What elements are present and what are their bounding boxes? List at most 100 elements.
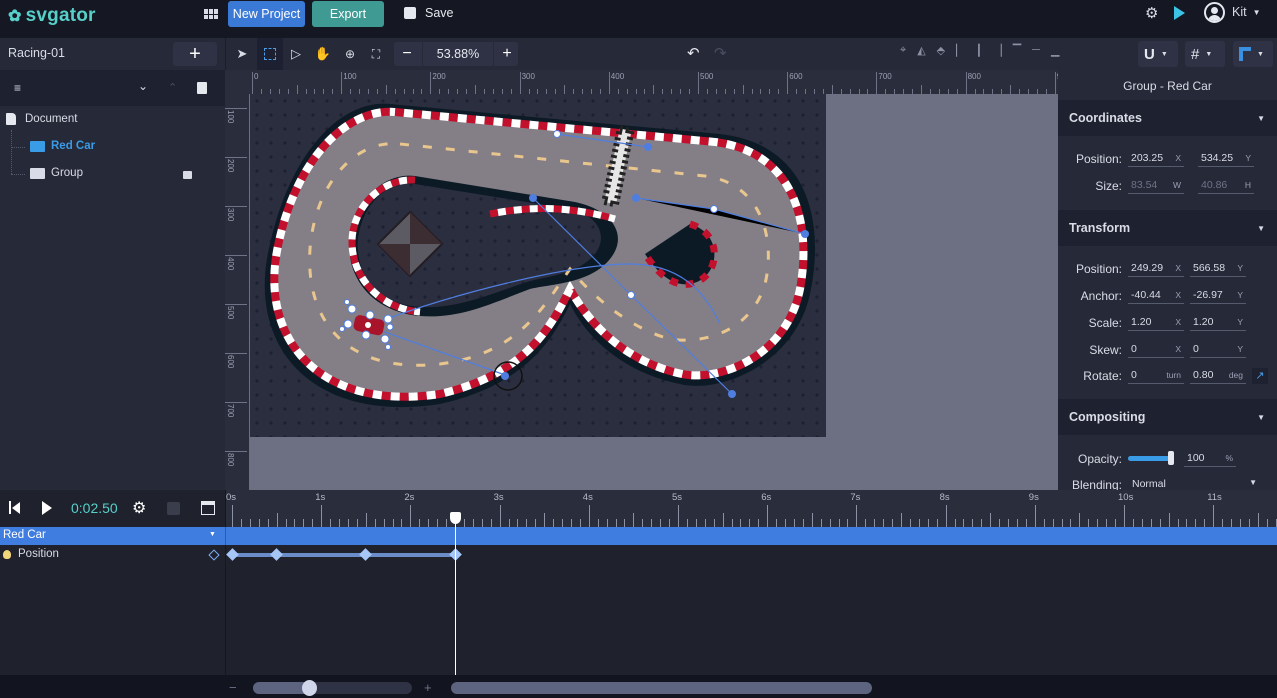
path-handle[interactable] [728,390,736,398]
rotate-turn[interactable]: 0 turn [1128,367,1184,384]
timeline-zoom-in[interactable]: + [424,680,432,695]
user-avatar[interactable] [1204,2,1225,23]
skip-to-start-icon[interactable] [9,501,20,514]
ruler-horizontal[interactable]: 0100200300400500600700800900100011001200… [225,70,1270,94]
apps-grid-icon[interactable] [204,9,218,19]
node-tool[interactable]: ▷ [283,38,309,70]
play-icon[interactable] [42,501,52,515]
timeline-row-red-car[interactable]: Red Car ▼ [0,527,1277,545]
timeline-zoom-slider[interactable] [253,680,412,696]
ruler-vertical[interactable]: 100 200 300 400 500 600 700 800 [225,94,249,490]
redo-icon[interactable]: ↷ [714,44,727,62]
opacity-value[interactable]: 100% [1184,450,1236,467]
timeline-zoom-out[interactable]: − [229,680,237,695]
playhead[interactable] [450,512,461,675]
chevron-down-icon[interactable]: ▼ [209,531,216,538]
path-node[interactable] [553,130,561,138]
blending-select[interactable]: Normal [1132,478,1166,490]
section-coordinates[interactable]: Coordinates ▼ [1058,100,1277,136]
zoom-level[interactable]: 53.88% [422,42,494,66]
timeline-tick [1222,519,1224,527]
playhead-handle[interactable] [450,512,461,524]
user-menu[interactable]: Kit ▼ [1232,5,1261,19]
add-keyframe-icon[interactable] [208,549,220,561]
keyframe[interactable] [270,548,283,561]
scale-x[interactable]: 1.20 X [1128,314,1184,331]
snap-magnet-button[interactable]: U ▼ [1138,41,1178,67]
section-transform[interactable]: Transform ▼ [1058,210,1277,246]
fit-tool[interactable]: ⛶ [363,38,389,70]
path-handle[interactable] [501,372,509,380]
transform-position-x[interactable]: 249.29 X [1128,260,1184,277]
align-bottom-icon[interactable]: ▁ [1051,44,1059,57]
orient-to-path-icon[interactable]: ↗ [1252,367,1268,384]
transform-position-y[interactable]: 566.58 Y [1190,260,1246,277]
align-left-icon[interactable]: ▏ [956,44,964,57]
new-project-button[interactable]: New Project [228,1,305,27]
align-right-icon[interactable]: ▕ [993,44,1001,57]
zoom-out-button[interactable]: − [396,43,418,65]
align-vcenter-icon[interactable]: ─ [1032,44,1040,57]
opacity-slider-thumb[interactable] [1168,451,1174,465]
undo-icon[interactable]: ↶ [687,44,700,62]
ruler-tick [983,89,985,94]
opacity-slider[interactable] [1128,451,1174,465]
transform-tool[interactable] [257,38,283,70]
size-height[interactable]: 40.86 H [1198,177,1254,194]
zoom-tool[interactable]: ⊕ [337,38,363,70]
center-target-icon[interactable]: ⌖ [900,44,906,57]
artboard[interactable] [250,94,826,437]
zoom-in-button[interactable]: + [496,43,518,65]
settings-play-icon[interactable]: ⚙ [1145,4,1158,22]
keyframe[interactable] [359,548,373,561]
keyframe-view-icon[interactable] [201,501,215,515]
anchor-x[interactable]: -40.44 X [1128,287,1184,304]
section-compositing[interactable]: Compositing ▼ [1058,399,1277,435]
add-button[interactable]: + [173,42,217,66]
path-node[interactable] [627,291,635,299]
timeline-scrollbar[interactable] [451,682,872,694]
layer-item-document[interactable]: Document [6,113,77,125]
svgator-logo[interactable]: ✿ svgator [8,5,96,27]
flip-vertical-icon[interactable]: ⬘ [937,44,945,57]
trash-icon[interactable] [197,82,207,94]
path-handle[interactable] [529,194,537,202]
sort-icon[interactable]: ≡ [14,81,21,95]
current-time[interactable]: 0:02.50 [71,500,118,516]
coord-position-x[interactable]: 203.25 X [1128,150,1184,167]
skew-y[interactable]: 0Y [1190,341,1246,358]
hand-tool[interactable]: ✋ [310,38,336,70]
lock-icon[interactable] [183,171,192,179]
coord-position-y[interactable]: 534.25 Y [1198,150,1254,167]
layer-item-group[interactable]: Group [30,167,83,179]
path-handle[interactable] [632,194,640,202]
rulers-button[interactable]: ▼ [1233,41,1273,67]
skew-x[interactable]: 0X [1128,341,1184,358]
collapse-chevron-icon[interactable]: ⌄ [138,79,148,93]
path-handle[interactable] [644,143,652,151]
ruler-label: 100 [226,110,235,124]
timeline-tick [1043,519,1045,527]
layer-item-red-car[interactable]: Red Car [30,140,95,152]
size-width[interactable]: 83.54 W [1128,177,1184,194]
path-node[interactable] [710,205,718,213]
lightbulb-icon[interactable] [3,550,11,559]
timeline-zoom-thumb[interactable] [301,680,317,696]
export-button[interactable]: Export [312,1,384,27]
preview-play-icon[interactable] [1174,6,1185,20]
rotate-deg[interactable]: 0.80 deg [1190,367,1246,384]
timeline-settings-icon[interactable]: ⚙ [132,498,146,518]
easing-icon[interactable] [167,502,180,515]
select-tool[interactable]: ➤ [229,38,255,70]
project-name[interactable]: Racing-01 [8,46,65,60]
grid-button[interactable]: # ▼ [1185,41,1225,67]
flip-horizontal-icon[interactable]: ◭ [917,44,925,57]
path-handle[interactable] [801,230,809,238]
save-button[interactable]: Save [404,6,454,20]
keyframe[interactable] [225,548,239,561]
align-hcenter-icon[interactable]: ┃ [976,44,983,57]
align-top-icon[interactable]: ▔ [1013,44,1021,57]
move-up-icon[interactable]: ⌃ [168,81,177,94]
anchor-y[interactable]: -26.97 Y [1190,287,1246,304]
scale-y[interactable]: 1.20 Y [1190,314,1246,331]
